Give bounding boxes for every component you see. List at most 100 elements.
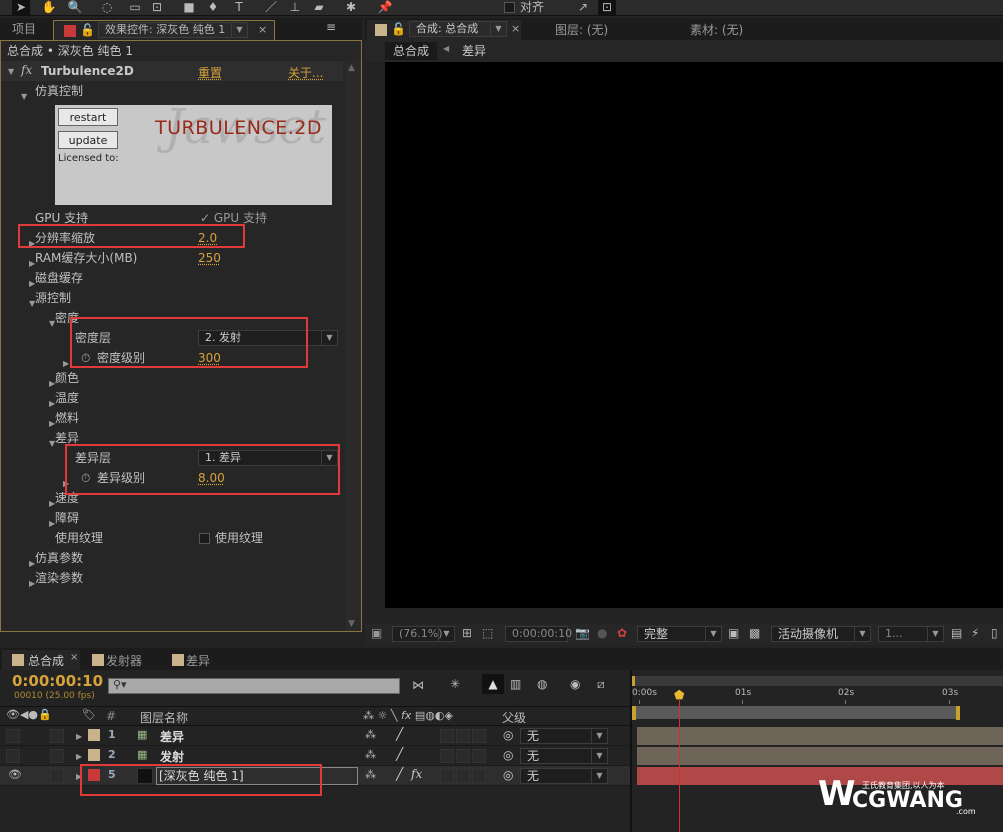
layer-name[interactable]: 发射: [160, 748, 184, 765]
shape-tool-icon[interactable]: ■: [180, 0, 198, 15]
shy-switch-icon[interactable]: ⁂: [365, 748, 376, 761]
restart-button[interactable]: restart: [58, 108, 118, 126]
pin-tool-icon[interactable]: 📌: [376, 0, 394, 15]
mask-visibility-icon[interactable]: ⬚: [482, 626, 493, 640]
layer-row[interactable]: ▶ 1 ▦ 差异 ⁂ ╱ ◎ 无 ▼: [0, 726, 630, 746]
comp-mini-flowchart-icon[interactable]: ⋈: [412, 678, 424, 692]
breadcrumb-main-comp[interactable]: 总合成: [385, 42, 438, 60]
timecode-field[interactable]: 0:00:00:10: [505, 626, 572, 642]
layer-bar-2[interactable]: [637, 747, 1003, 765]
close-icon[interactable]: ×: [258, 23, 267, 36]
scroll-up-icon[interactable]: ▲: [348, 63, 355, 73]
zoom-select[interactable]: (76.1%) ▼: [392, 626, 455, 642]
pen-tool-icon[interactable]: ♦: [204, 0, 222, 15]
triangle-down-icon[interactable]: ▼: [21, 87, 27, 107]
frame-blending-icon[interactable]: ▥: [510, 677, 521, 691]
time-navigator-bar[interactable]: [635, 706, 957, 719]
quality-switch-icon[interactable]: ╱: [396, 727, 403, 741]
lock-icon[interactable]: 🔓: [391, 22, 406, 36]
collapse-triangle-icon[interactable]: ▼: [8, 67, 14, 76]
eye-icon[interactable]: 👁: [8, 768, 22, 781]
region-icon[interactable]: ▣: [371, 626, 382, 640]
pick-whip-icon[interactable]: ◎: [503, 768, 513, 782]
label-color-swatch[interactable]: [88, 729, 100, 741]
lock-toggle[interactable]: [50, 769, 64, 783]
effect-value[interactable]: 250: [198, 248, 221, 268]
switch-box[interactable]: [456, 729, 470, 743]
video-toggle[interactable]: [6, 729, 20, 743]
parent-select[interactable]: 无 ▼: [520, 768, 608, 784]
column-layer-name[interactable]: 图层名称: [140, 709, 188, 726]
tab-main-comp[interactable]: 总合成 ×: [2, 650, 80, 670]
close-icon[interactable]: ×: [70, 652, 78, 663]
tab-project[interactable]: 项目: [12, 19, 36, 39]
update-button[interactable]: update: [58, 131, 118, 149]
fast-preview-icon[interactable]: ▣: [728, 626, 739, 640]
panel-menu-icon[interactable]: ≡: [326, 20, 336, 34]
layer-bar-1[interactable]: [637, 727, 1003, 745]
tab-emitter[interactable]: 发射器: [82, 650, 160, 670]
switch-box[interactable]: [472, 749, 486, 763]
pick-whip-icon[interactable]: ◎: [503, 748, 513, 762]
fx-icon[interactable]: fx: [21, 63, 32, 77]
camera-select[interactable]: 活动摄像机 ▼: [771, 626, 871, 642]
parent-select[interactable]: 无 ▼: [520, 748, 608, 764]
parent-select[interactable]: 无 ▼: [520, 728, 608, 744]
switch-box[interactable]: [472, 729, 486, 743]
brainstorm-icon[interactable]: ◉: [570, 677, 580, 691]
switch-box[interactable]: [440, 749, 454, 763]
channel-icon[interactable]: ✿: [617, 626, 627, 640]
shy-layers-icon[interactable]: ▲: [482, 674, 504, 694]
draft-3d-icon[interactable]: ✳: [450, 677, 460, 691]
puppet-tool-icon[interactable]: ✱: [342, 0, 360, 15]
layer-row[interactable]: ▶ 2 ▦ 发射 ⁂ ╱ ◎ 无 ▼: [0, 746, 630, 766]
scroll-down-icon[interactable]: ▼: [348, 619, 355, 629]
expand-triangle-icon[interactable]: ▶: [76, 732, 82, 741]
title-safe-icon[interactable]: ⊞: [462, 626, 472, 640]
switch-box[interactable]: [472, 769, 486, 783]
expand-triangle-icon[interactable]: ▶: [76, 752, 82, 761]
switch-box[interactable]: [456, 749, 470, 763]
tab-difference[interactable]: 差异: [162, 650, 228, 670]
flowchart-icon[interactable]: ▯: [991, 626, 998, 640]
rotate-tool-icon[interactable]: ◌: [98, 0, 116, 15]
toggle-pixel-icon[interactable]: ▤: [951, 626, 962, 640]
effect-controls-select[interactable]: 效果控件: 深灰色 纯色 1 ▼: [98, 22, 248, 38]
tab-composition[interactable]: 🔓 合成: 总合成 ▼ ×: [367, 20, 521, 40]
snap-icon[interactable]: ↗: [574, 0, 592, 15]
label-color-swatch[interactable]: [88, 749, 100, 761]
lock-icon[interactable]: 🔓: [80, 23, 95, 37]
fx-switch-icon[interactable]: fx: [411, 767, 422, 781]
transparency-grid-icon[interactable]: ▩: [749, 626, 760, 640]
lock-toggle[interactable]: [50, 749, 64, 763]
motion-blur-icon[interactable]: ◍: [537, 677, 547, 691]
text-tool-icon[interactable]: T: [230, 0, 248, 15]
search-input[interactable]: ⚲▾: [108, 678, 400, 694]
reset-link[interactable]: 重置: [198, 64, 222, 81]
camera-tool-icon[interactable]: ▭: [126, 0, 144, 15]
close-icon[interactable]: ×: [511, 22, 520, 35]
navigator-start-handle[interactable]: [632, 706, 636, 720]
zoom-tool-icon[interactable]: 🔍: [66, 0, 84, 15]
pan-behind-tool-icon[interactable]: ⊡: [148, 0, 166, 15]
breadcrumb-diff-comp[interactable]: 差异: [462, 42, 486, 60]
align-checkbox[interactable]: [504, 2, 515, 13]
about-link[interactable]: 关于...: [288, 64, 323, 81]
layer-name[interactable]: 差异: [160, 728, 184, 745]
views-select[interactable]: 1... ▼: [878, 626, 944, 642]
video-toggle[interactable]: [6, 749, 20, 763]
snapshot-icon[interactable]: 📷: [575, 626, 590, 640]
resolution-select[interactable]: 完整 ▼: [637, 626, 722, 642]
navigator-end-handle[interactable]: [956, 706, 960, 720]
shy-switch-icon[interactable]: ⁂: [365, 768, 376, 781]
current-time[interactable]: 0:00:00:10: [12, 672, 103, 690]
scrollbar[interactable]: ▲ ▼: [345, 61, 361, 631]
composition-select[interactable]: 合成: 总合成 ▼: [409, 21, 507, 37]
clone-tool-icon[interactable]: ⊥: [286, 0, 304, 15]
tab-effect-controls[interactable]: 🔓 效果控件: 深灰色 纯色 1 ▼ ×: [53, 20, 275, 40]
hand-tool-icon[interactable]: ✋: [40, 0, 58, 15]
workspace-icon[interactable]: ⊡: [598, 0, 616, 15]
shy-switch-icon[interactable]: ⁂: [365, 728, 376, 741]
use-texture-checkbox[interactable]: [199, 533, 210, 544]
work-area-bar[interactable]: [632, 676, 1003, 686]
